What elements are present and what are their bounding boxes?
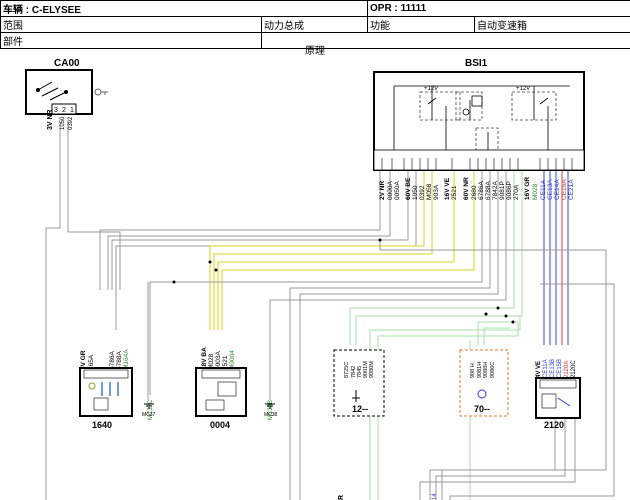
svg-text:70--: 70-- xyxy=(474,404,490,414)
bsi1-name: BSI1 xyxy=(465,58,488,69)
svg-text:903A: 903A xyxy=(433,184,440,200)
svg-text:18V BA: 18V BA xyxy=(201,347,208,370)
svg-text:CE11A: CE11A xyxy=(543,359,549,378)
svg-text:1640: 1640 xyxy=(92,420,112,430)
svg-text:2521: 2521 xyxy=(451,185,458,200)
svg-text:3: 3 xyxy=(54,107,58,114)
svg-text:+12V: +12V xyxy=(516,86,530,92)
svg-text:MC38: MC38 xyxy=(264,412,278,418)
svg-text:16V VE: 16V VE xyxy=(444,177,451,200)
svg-text:8725C: 8725C xyxy=(344,362,350,378)
svg-text:1: 1 xyxy=(70,107,74,114)
svg-text:M0004: M0004 xyxy=(229,350,236,370)
svg-text:CE11A: CE11A xyxy=(540,179,547,200)
svg-text:CE14A: CE14A xyxy=(554,179,561,200)
svg-text:2120C: 2120C xyxy=(571,360,577,378)
svg-text:4V VE: 4V VE xyxy=(536,361,542,378)
svg-text:9080M: 9080M xyxy=(369,361,375,378)
svg-text:2120: 2120 xyxy=(544,420,564,430)
ca00-name: CA00 xyxy=(54,58,80,69)
svg-text:0000A: 0000A xyxy=(387,181,394,200)
component-70: 908 H 9081H 9088H 9086C 70-- xyxy=(459,349,509,417)
wiring-diagram: CA00 3 2 1 3V NR 1050 0392 BSI1 +12V +12… xyxy=(25,58,615,500)
svg-text:1050: 1050 xyxy=(60,116,66,130)
svg-text:R: R xyxy=(338,495,345,500)
component-bsi1: BSI1 +12V +12V xyxy=(373,58,585,171)
svg-text:2120A: 2120A xyxy=(564,361,570,378)
svg-text:M028: M028 xyxy=(532,183,539,200)
svg-text:MC37: MC37 xyxy=(142,412,156,418)
svg-text:908 H: 908 H xyxy=(470,363,476,378)
svg-text:CE13A: CE13A xyxy=(547,179,554,200)
svg-text:0004: 0004 xyxy=(210,420,230,430)
key-icon xyxy=(94,88,108,96)
svg-text:0050A: 0050A xyxy=(394,181,401,200)
svg-text:2V NR: 2V NR xyxy=(379,181,386,200)
svg-text:1050: 1050 xyxy=(412,185,419,200)
svg-text:6786A: 6786A xyxy=(478,181,485,200)
component-2120: 4V VE CE11A CE13B CE15B 2120A 2120C 2120 xyxy=(535,359,581,430)
component-1640: 6V GR 265A 6786A 6788A M164A 1640 MC37C … xyxy=(79,349,156,430)
svg-text:2680: 2680 xyxy=(471,185,478,200)
component-12: 8725C 7842 7845 9001M 9080M 12-- xyxy=(333,349,385,417)
svg-text:12--: 12-- xyxy=(352,404,368,414)
wire-1050 xyxy=(45,122,61,500)
svg-text:CE15A: CE15A xyxy=(561,179,568,200)
ca00-connector: 3V NR xyxy=(47,109,54,130)
svg-text:CE15B: CE15B xyxy=(557,359,563,378)
svg-text:9081P: 9081P xyxy=(499,181,506,200)
svg-text:9088H: 9088H xyxy=(483,362,489,378)
svg-text:2: 2 xyxy=(62,107,66,114)
svg-text:9086C: 9086C xyxy=(490,362,496,378)
svg-text:0392: 0392 xyxy=(419,185,426,200)
svg-text:CE21A: CE21A xyxy=(568,179,575,200)
svg-text:+12V: +12V xyxy=(424,86,438,92)
svg-text:270A: 270A xyxy=(513,184,520,200)
svg-text:6788A: 6788A xyxy=(485,181,492,200)
svg-text:16V GR: 16V GR xyxy=(524,177,531,200)
svg-text:CE13B: CE13B xyxy=(550,359,556,378)
svg-text:M164A: M164A xyxy=(123,349,130,370)
svg-text:60V BE: 60V BE xyxy=(405,177,412,200)
svg-text:9086P: 9086P xyxy=(506,181,513,200)
svg-text:0392: 0392 xyxy=(68,116,74,130)
svg-text:60V NR: 60V NR xyxy=(463,177,470,200)
component-0004: 18V BA M028 9003A 2521 M0004 0004 MC38B … xyxy=(195,347,278,430)
component-ca00: CA00 3 2 1 3V NR 1050 0392 xyxy=(25,58,108,130)
svg-text:M058: M058 xyxy=(426,183,433,200)
svg-text:14: 14 xyxy=(432,493,438,500)
svg-text:7842A: 7842A xyxy=(492,181,499,200)
